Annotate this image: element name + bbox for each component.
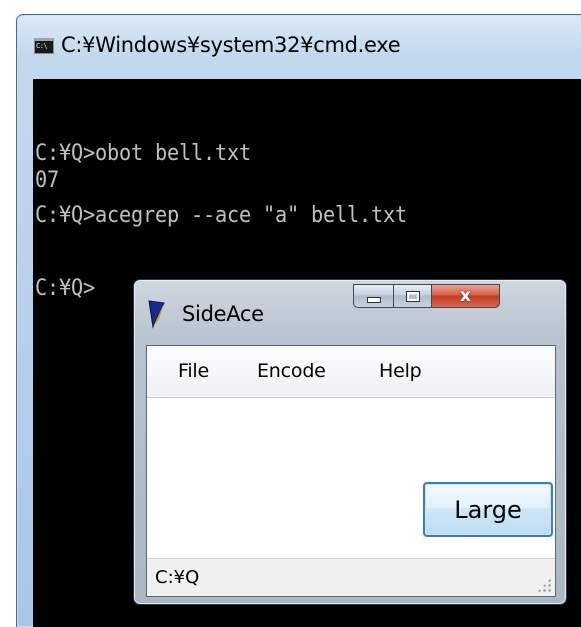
console-prompt: C:¥Q> [35,276,96,301]
sideace-window: SideAce x File Encode Help Large C:¥Q [133,279,567,605]
close-icon: x [460,286,471,306]
large-button[interactable]: Large [423,482,553,537]
statusbar: C:¥Q [147,558,555,596]
console-line: C:¥Q>obot bell.txt [35,141,252,166]
cmd-window-title: C:¥Windows¥system32¥cmd.exe [61,33,401,57]
minimize-button[interactable] [353,284,394,308]
console-line: 07 [35,168,60,193]
sideace-client-area: File Encode Help Large C:¥Q [146,345,556,597]
menu-file[interactable]: File [178,360,209,382]
sideace-window-title: SideAce [182,302,264,326]
maximize-button[interactable] [393,284,432,308]
menubar: File Encode Help [147,346,555,398]
menu-help[interactable]: Help [379,360,422,382]
sideace-logo-icon[interactable] [147,299,165,329]
cmd-titlebar[interactable]: C:\ C:¥Windows¥system32¥cmd.exe [17,15,581,79]
status-path: C:¥Q [155,567,200,588]
cmd-icon-text: C:\ [36,42,48,50]
menu-encode[interactable]: Encode [257,360,326,382]
close-button[interactable]: x [431,284,500,308]
minimize-icon [366,297,381,303]
maximize-icon [405,290,420,302]
cmd-icon[interactable]: C:\ [34,38,54,54]
resize-grip-icon[interactable] [537,578,551,592]
console-line: C:¥Q>acegrep --ace "a" bell.txt [35,203,408,228]
